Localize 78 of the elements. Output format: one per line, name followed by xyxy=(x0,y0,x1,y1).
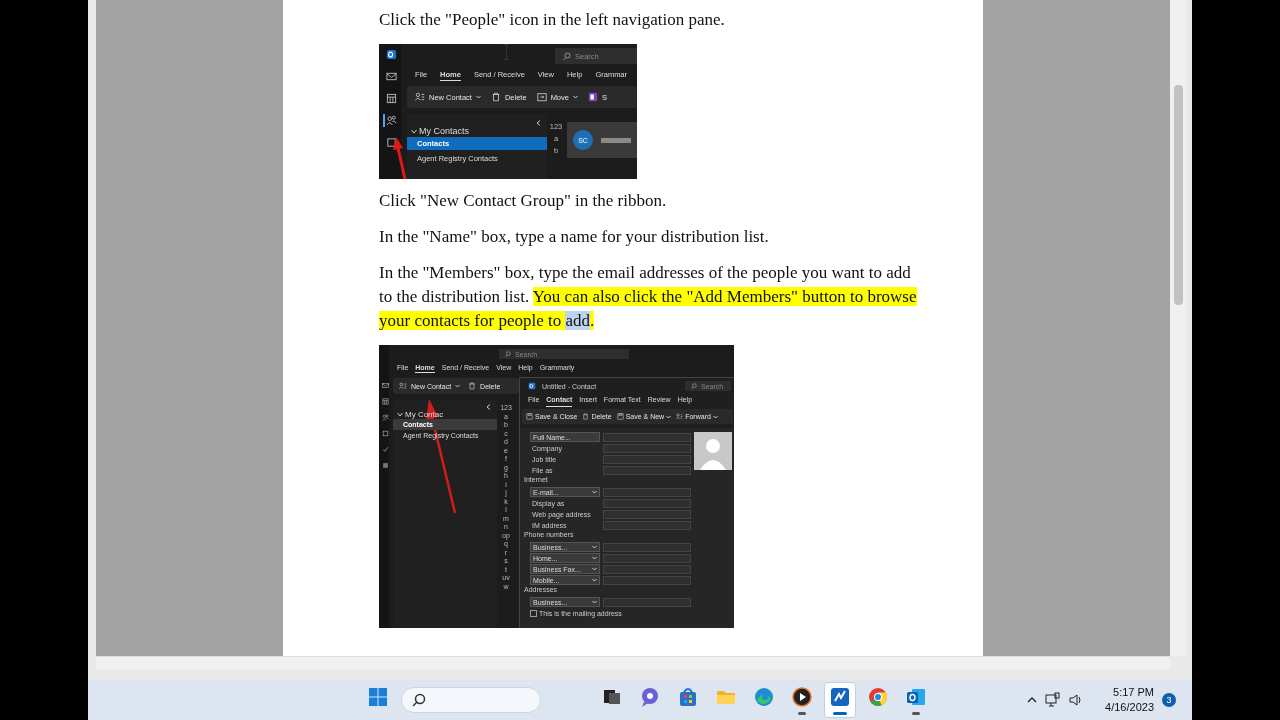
paragraph-text: Click the "People" icon in the left navigation pane. xyxy=(379,9,726,31)
caret-icon xyxy=(592,556,597,560)
start-icon xyxy=(366,685,390,709)
chevron-icon xyxy=(411,128,417,134)
search-icon xyxy=(412,693,426,707)
caret-icon xyxy=(592,578,597,582)
people-icon[interactable] xyxy=(385,115,397,126)
app-logo-icon[interactable] xyxy=(385,49,397,60)
caret-icon xyxy=(592,490,597,494)
input-field[interactable] xyxy=(603,465,691,475)
input-field[interactable] xyxy=(603,498,691,508)
caret-icon xyxy=(475,95,481,99)
paragraph-text: Click "New Contact Group" in the ribbon. xyxy=(379,190,668,212)
clock-date: 4/16/2023 xyxy=(1105,700,1154,715)
chrome-icon xyxy=(866,685,890,709)
notification-badge[interactable]: 3 xyxy=(1162,693,1176,707)
collapse-icon[interactable] xyxy=(536,120,541,126)
input-field[interactable] xyxy=(603,443,691,453)
people-icon[interactable] xyxy=(381,414,389,421)
contact-icon xyxy=(676,413,684,420)
checkbox-icon[interactable] xyxy=(381,430,389,437)
folder-move-icon xyxy=(536,92,547,102)
input-field[interactable] xyxy=(603,553,691,563)
volume-icon[interactable] xyxy=(1069,693,1084,707)
caret-icon xyxy=(592,567,597,571)
search-icon xyxy=(563,52,571,60)
blurred-name xyxy=(601,137,631,143)
paragraph-text: In the "Name" box, type a name for your distribution list. xyxy=(379,226,770,248)
text-cursor-icon xyxy=(503,44,510,60)
input-field[interactable] xyxy=(603,542,691,552)
network-icon[interactable] xyxy=(1045,692,1062,708)
app-logo-icon[interactable] xyxy=(528,382,536,390)
checkmark-icon[interactable] xyxy=(381,446,389,453)
mail-icon[interactable] xyxy=(385,71,397,82)
calendar-icon[interactable] xyxy=(381,398,389,405)
contact-icon xyxy=(399,382,407,390)
save-icon xyxy=(526,413,533,420)
calendar-icon[interactable] xyxy=(385,93,397,104)
caret-icon xyxy=(592,600,597,604)
input-field[interactable] xyxy=(603,454,691,464)
input-field[interactable] xyxy=(603,487,691,497)
notebook-icon xyxy=(587,92,598,102)
horizontal-scrollbar[interactable] xyxy=(96,656,1170,669)
input-field[interactable] xyxy=(603,432,691,442)
arrow xyxy=(393,137,407,179)
input-field[interactable] xyxy=(603,597,691,607)
caret-icon xyxy=(455,384,461,388)
search-icon xyxy=(505,351,511,357)
caret-icon xyxy=(712,414,718,419)
whiteboard-icon xyxy=(828,685,852,709)
caret-icon xyxy=(572,95,578,99)
caret-icon xyxy=(592,545,597,549)
clock-time: 5:17 PM xyxy=(1113,685,1154,700)
chevron-icon xyxy=(397,412,403,417)
collapse-icon[interactable] xyxy=(486,404,491,410)
vertical-scrollbar[interactable] xyxy=(1170,0,1186,656)
scroll-thumb[interactable] xyxy=(1173,85,1183,305)
input-field[interactable] xyxy=(603,564,691,574)
input-field[interactable] xyxy=(603,520,691,530)
save-icon xyxy=(616,413,624,420)
checkbox[interactable] xyxy=(530,609,537,617)
search-field[interactable] xyxy=(401,687,541,713)
browser-icon xyxy=(752,685,776,709)
chevron-up-icon[interactable] xyxy=(1027,697,1038,703)
search-icon xyxy=(691,383,697,389)
caret-icon xyxy=(666,414,672,419)
clock[interactable]: 5:17 PM 4/16/2023 xyxy=(1105,685,1154,715)
trash-icon xyxy=(468,382,477,390)
contact-icon xyxy=(415,92,425,102)
input-field[interactable] xyxy=(603,509,691,519)
input-field[interactable] xyxy=(603,575,691,585)
checkbox-icon[interactable] xyxy=(385,137,397,148)
mail-icon[interactable] xyxy=(381,382,389,389)
trash-icon xyxy=(582,413,590,420)
play-icon xyxy=(790,685,814,709)
trash-icon xyxy=(490,92,501,102)
folder-group[interactable]: My Contacts xyxy=(407,126,547,136)
taskbar-button[interactable] xyxy=(825,683,855,717)
